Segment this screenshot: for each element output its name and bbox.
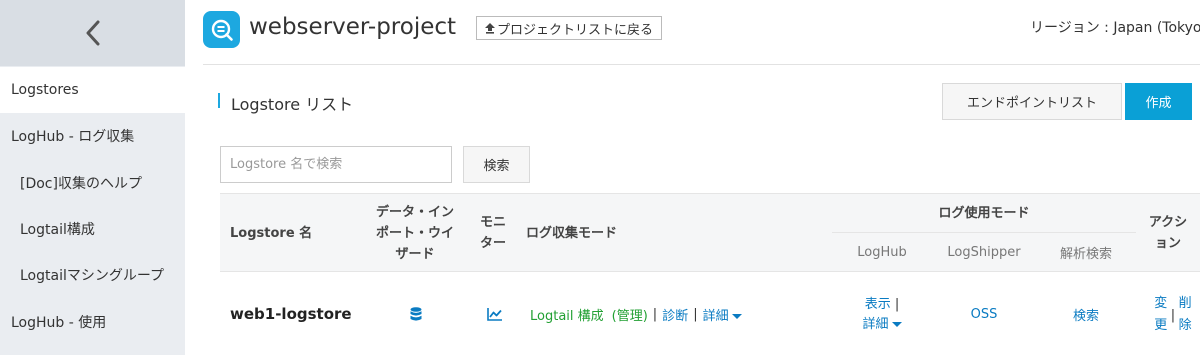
- delete-link[interactable]: 削除: [1178, 293, 1192, 337]
- header-monitor: モニター: [479, 215, 506, 251]
- database-icon: [410, 306, 422, 321]
- detail-dropdown[interactable]: 詳細: [703, 305, 742, 324]
- caret-down-icon: [731, 313, 742, 319]
- loghub-detail-dropdown[interactable]: 詳細: [862, 315, 902, 335]
- monitor-button[interactable]: [487, 273, 503, 355]
- sidebar-item-logtail-config[interactable]: Logtail構成: [0, 206, 185, 252]
- section-title: Logstore リスト: [231, 95, 354, 114]
- header-use-mode: ログ使用モード: [938, 205, 1030, 221]
- header-loghub: LogHub: [857, 245, 907, 260]
- chevron-left-icon: [86, 20, 99, 46]
- section-accent-bar: [218, 93, 220, 108]
- search-link[interactable]: 検索: [1073, 305, 1099, 324]
- sidebar-item-label: [Doc]収集のヘルプ: [20, 176, 142, 192]
- header-divider: [203, 64, 1200, 65]
- action-cell: 変更 | 削除: [1146, 285, 1200, 345]
- region-label: リージョン : Japan (Tokyo: [1030, 20, 1200, 36]
- change-link[interactable]: 変更: [1154, 293, 1168, 337]
- header-action: アクション: [1148, 215, 1188, 251]
- header-analysis: 解析検索: [1059, 247, 1112, 262]
- sidebar-item-loghub-use[interactable]: LogHub - 使用: [0, 299, 185, 345]
- loghub-detail-label: 詳細: [862, 317, 889, 332]
- collect-mode-cell: Logtail 構成 (管理) | 診断 | 詳細: [530, 273, 742, 355]
- diagnose-link[interactable]: 診断: [662, 305, 688, 324]
- table-header: Logstore 名 データ・インポート・ウイザード モニター ログ収集モード …: [220, 193, 1200, 272]
- detail-label: 詳細: [702, 308, 729, 324]
- logshipper-cell: OSS: [932, 273, 1036, 355]
- create-button[interactable]: 作成: [1125, 83, 1192, 120]
- data-import-wizard-button[interactable]: [410, 273, 422, 355]
- sidebar-item-label: Logtailマシングループ: [20, 268, 165, 284]
- header-logshipper: LogShipper: [947, 245, 1021, 260]
- table-row: web1-logstore Logtail 構成 (管理) | 診断 | 詳細 …: [220, 273, 1200, 355]
- analysis-cell: 検索: [1036, 273, 1136, 355]
- sidebar-item-collect-help[interactable]: [Doc]収集のヘルプ: [0, 160, 185, 206]
- header-sub-divider: [832, 232, 1136, 233]
- sidebar-item-loghub-collect[interactable]: LogHub - ログ収集: [0, 113, 185, 159]
- endpoint-list-button[interactable]: エンドポイントリスト: [942, 83, 1122, 120]
- collapse-sidebar-button[interactable]: [0, 0, 185, 66]
- main-content: webserver-project プロジェクトリストに戻る リージョン : J…: [185, 0, 1200, 355]
- loghub-cell: 表示 | 詳細: [832, 295, 932, 335]
- sidebar: Logstores LogHub - ログ収集 [Doc]収集のヘルプ Logt…: [0, 0, 185, 355]
- back-to-project-list-label: プロジェクトリストに戻る: [497, 22, 654, 38]
- sidebar-item-label: LogHub - ログ収集: [11, 129, 135, 145]
- sidebar-item-label: LogHub - 使用: [11, 315, 107, 331]
- project-title: webserver-project: [249, 14, 457, 40]
- header-import-wizard: データ・インポート・ウイザード: [375, 204, 454, 262]
- project-icon: [203, 11, 240, 48]
- caret-down-icon: [891, 322, 902, 327]
- separator: |: [894, 297, 900, 312]
- upload-arrow-icon: [485, 22, 495, 34]
- header-collect-mode: ログ収集モード: [526, 226, 618, 241]
- manage-link[interactable]: (管理): [612, 305, 648, 324]
- separator: |: [693, 306, 698, 322]
- logstore-name-cell: web1-logstore: [230, 305, 352, 323]
- line-chart-icon: [487, 308, 502, 321]
- logstore-search-input[interactable]: [220, 146, 452, 183]
- logtail-config-link[interactable]: Logtail 構成: [530, 305, 604, 324]
- sidebar-item-logtail-machine-group[interactable]: Logtailマシングループ: [0, 252, 185, 298]
- separator: |: [652, 306, 658, 322]
- sidebar-item-label: Logstores: [11, 82, 79, 98]
- oss-link[interactable]: OSS: [971, 307, 998, 322]
- separator: |: [1170, 307, 1176, 323]
- log-search-icon: [211, 19, 233, 41]
- show-link[interactable]: 表示: [865, 297, 891, 312]
- sidebar-item-label: Logtail構成: [20, 222, 95, 238]
- logstore-table: Logstore 名 データ・インポート・ウイザード モニター ログ収集モード …: [220, 193, 1200, 355]
- header-logstore-name: Logstore 名: [230, 226, 313, 241]
- sidebar-item-logstores[interactable]: Logstores: [0, 67, 185, 113]
- back-to-project-list-button[interactable]: プロジェクトリストに戻る: [476, 16, 663, 40]
- search-button[interactable]: 検索: [463, 146, 530, 183]
